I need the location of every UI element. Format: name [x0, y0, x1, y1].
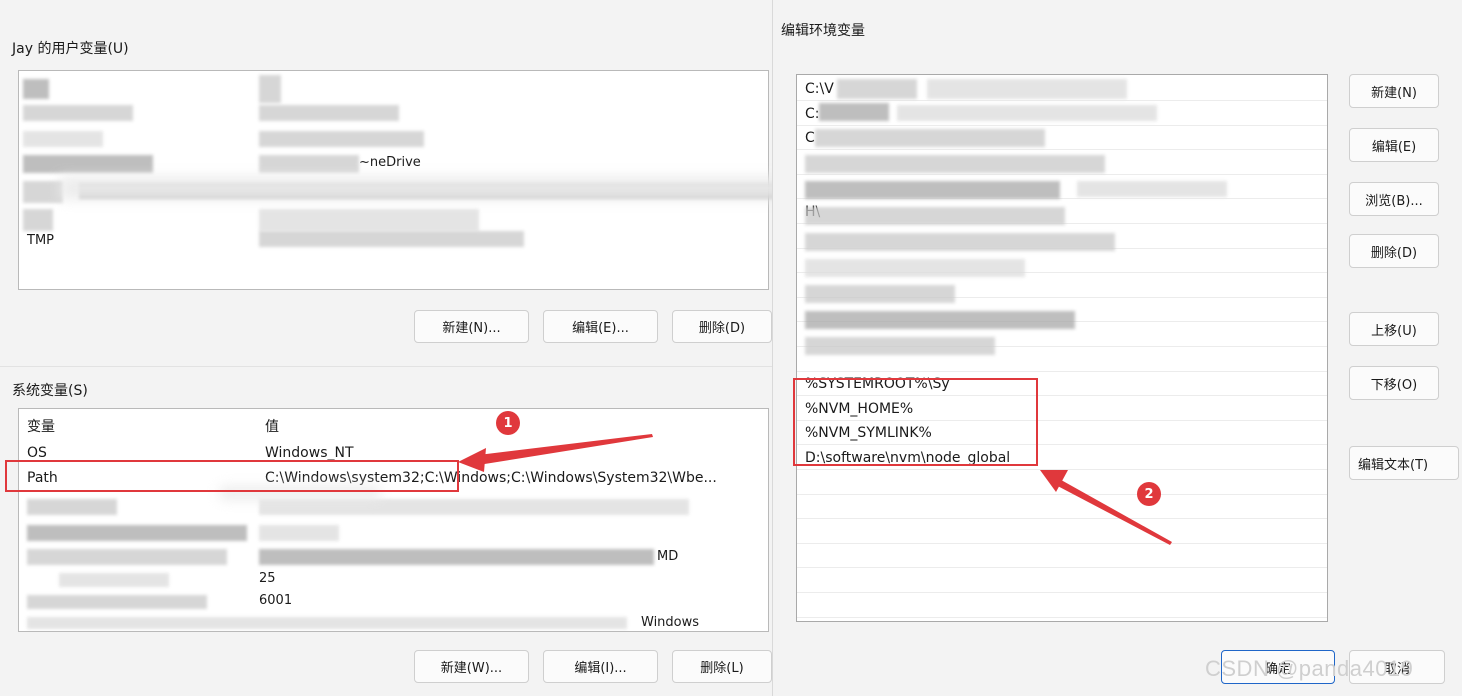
annotation-arrows: [458, 434, 1172, 545]
watermark: CSDN @panda4019: [1205, 656, 1414, 681]
arrow-1-head: [458, 448, 486, 472]
arrow-1-icon: [470, 434, 653, 466]
arrow-2-icon: [1050, 476, 1172, 545]
